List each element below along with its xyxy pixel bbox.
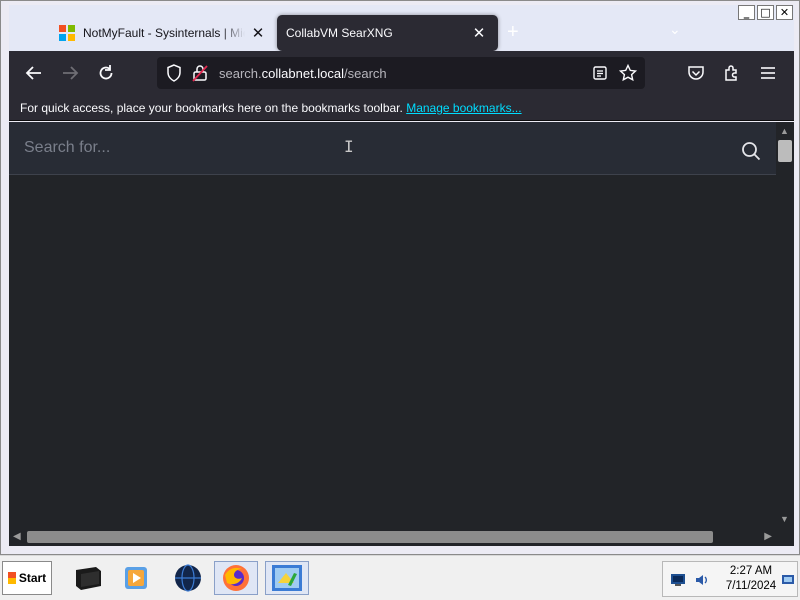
extensions-icon[interactable] [721, 62, 743, 84]
clock-time: 2:27 AM [729, 565, 773, 577]
tab-notmyfault[interactable]: NotMyFault - Sysinternals | Microsoft Le… [53, 15, 267, 51]
control-panel-app-icon[interactable] [265, 561, 309, 595]
scroll-left-arrow-icon[interactable]: ◀ [13, 531, 21, 542]
url-text: search.collabnet.local/search [219, 66, 387, 81]
media-player-app-icon[interactable] [114, 561, 158, 595]
terminal-app-icon[interactable] [66, 561, 110, 595]
minimize-button[interactable]: _ [738, 5, 755, 20]
clock[interactable]: 2:27 AM 7/11/2024 [718, 564, 784, 594]
new-tab-button[interactable]: + [507, 21, 519, 44]
search-icon[interactable] [741, 141, 761, 166]
browser-window: _ □ ✕ NotMyFault - Sysinternals | Micros… [0, 0, 800, 555]
microsoft-logo-icon [59, 25, 75, 41]
text-cursor-icon: I [344, 137, 354, 156]
bookmark-star-icon[interactable] [617, 62, 639, 84]
tab-title: NotMyFault - Sysinternals | Microsoft Le… [83, 26, 245, 40]
window-controls: _ □ ✕ [738, 5, 793, 20]
manage-bookmarks-link[interactable]: Manage bookmarks... [406, 101, 521, 115]
search-input[interactable]: Search for... [24, 139, 110, 157]
tab-strip: NotMyFault - Sysinternals | Microsoft Le… [9, 5, 794, 51]
back-arrow-icon[interactable] [23, 62, 45, 84]
tab-collabvm-searxng[interactable]: CollabVM SearXNG ✕ [277, 15, 498, 51]
scroll-right-arrow-icon[interactable]: ▶ [764, 531, 772, 542]
network-monitor-icon[interactable] [667, 569, 689, 591]
tab-title: CollabVM SearXNG [286, 26, 393, 40]
horizontal-scroll-thumb[interactable] [27, 531, 713, 543]
clock-date: 7/11/2024 [725, 580, 777, 592]
tab-close-icon[interactable]: ✕ [249, 24, 267, 42]
start-button[interactable]: Start [2, 561, 52, 595]
vertical-scroll-thumb[interactable] [778, 140, 792, 162]
forward-arrow-icon[interactable] [59, 62, 81, 84]
search-bar: Search for... I [9, 122, 776, 175]
start-flag-icon [7, 572, 16, 584]
close-window-button[interactable]: ✕ [776, 5, 793, 20]
network-globe-app-icon[interactable] [166, 561, 210, 595]
navigation-toolbar: search.collabnet.local/search [9, 51, 794, 95]
scroll-down-arrow-icon[interactable]: ▼ [780, 514, 789, 524]
bookmarks-toolbar: For quick access, place your bookmarks h… [9, 95, 794, 121]
horizontal-scrollbar[interactable]: ◀ ▶ [9, 528, 794, 546]
volume-icon[interactable] [691, 569, 713, 591]
firefox-app-icon[interactable] [214, 561, 258, 595]
shield-icon[interactable] [163, 62, 185, 84]
system-tray: 2:27 AM 7/11/2024 [662, 561, 798, 597]
taskbar: Start 2:27 AM 7/11/2024 [0, 555, 800, 600]
reader-view-icon[interactable] [589, 62, 611, 84]
tab-close-icon[interactable]: ✕ [470, 24, 488, 42]
start-label: Start [18, 571, 47, 585]
pocket-icon[interactable] [685, 62, 707, 84]
hamburger-menu-icon[interactable] [757, 62, 779, 84]
bookmarks-hint: For quick access, place your bookmarks h… [20, 101, 403, 115]
url-bar[interactable]: search.collabnet.local/search [157, 57, 645, 89]
maximize-button[interactable]: □ [757, 5, 774, 20]
reload-icon[interactable] [95, 62, 117, 84]
vertical-scrollbar[interactable]: ▲ ▼ [776, 122, 794, 528]
scroll-up-arrow-icon[interactable]: ▲ [780, 126, 789, 136]
insecure-lock-icon[interactable] [189, 62, 211, 84]
show-desktop-icon[interactable] [777, 569, 799, 591]
list-all-tabs-button[interactable]: ⌄ [669, 21, 681, 38]
page-content: Search for... I [9, 122, 776, 528]
